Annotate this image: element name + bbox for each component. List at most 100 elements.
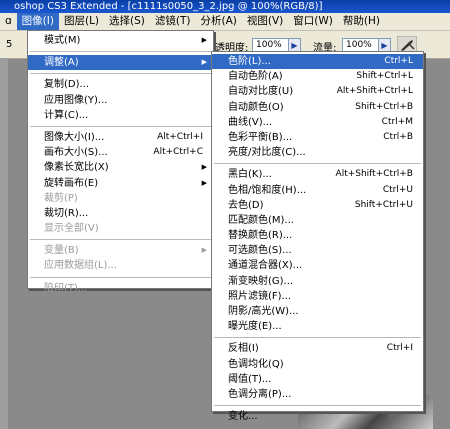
- image-menu: 模式(M) ▶ 调整(A) ▶ 复制(D)... 应用图像(Y)... 计算(C).…: [27, 30, 214, 294]
- adjust-menu-item[interactable]: 色相/饱和度(H)... Ctrl+U: [212, 183, 423, 198]
- adjust-menu-item[interactable]: 去色(D) Shift+Ctrl+U: [212, 198, 423, 213]
- menu-item-label: 陷印(T)...: [44, 282, 88, 294]
- adjust-menu-item[interactable]: 可选颜色(S)...: [212, 243, 423, 258]
- adjust-menu-item[interactable]: 色阶(L)... Ctrl+L: [212, 54, 423, 70]
- menu-item-label: 色相/饱和度(H)...: [228, 184, 307, 196]
- adjust-menu-item[interactable]: 黑白(K)... Alt+Shift+Ctrl+B: [212, 167, 423, 182]
- menu-item-shortcut: Alt+Ctrl+C: [153, 147, 203, 158]
- menu-item-label: 自动颜色(O): [228, 101, 284, 113]
- menu-item-apply-data-set[interactable]: 应用数据组(L)...: [28, 258, 213, 273]
- adjust-menu-item[interactable]: 渐变映射(G)...: [212, 274, 423, 289]
- menu-item-label: 应用数据组(L)...: [44, 260, 117, 272]
- menu-item-label: 匹配颜色(M)...: [228, 214, 294, 226]
- menu-item-rotate-canvas[interactable]: 旋转画布(E) ▶: [28, 176, 213, 191]
- adjust-menu-item[interactable]: 阈值(T)...: [212, 372, 423, 387]
- menu-view[interactable]: 视图(V): [242, 13, 288, 30]
- menu-item-trim[interactable]: 裁切(R)...: [28, 206, 213, 221]
- adjust-menu-item[interactable]: 色彩平衡(B)... Ctrl+B: [212, 130, 423, 145]
- menu-item-shortcut: Ctrl+L: [384, 56, 413, 66]
- window-title: oshop CS3 Extended - [c1111s0050_3_2.jpg…: [14, 1, 323, 12]
- menu-item-label: 替换颜色(R)...: [228, 230, 293, 242]
- menu-select[interactable]: 选择(S): [104, 13, 150, 30]
- adjust-menu-item[interactable]: 变化...: [212, 409, 423, 424]
- menu-item-trap[interactable]: 陷印(T)...: [28, 281, 213, 296]
- menu-item-shortcut: Ctrl+I: [386, 343, 413, 354]
- adjust-menu-item[interactable]: 匹配颜色(M)...: [212, 213, 423, 228]
- menu-item-pixel-aspect[interactable]: 像素长宽比(X) ▶: [28, 160, 213, 175]
- menu-item-label: 可选颜色(S)...: [228, 245, 292, 257]
- menu-filter[interactable]: 滤镜(T): [150, 13, 196, 30]
- adjust-menu-item[interactable]: 自动对比度(U) Alt+Shift+Ctrl+L: [212, 84, 423, 99]
- menu-separator: [30, 276, 211, 278]
- adjust-menu-item[interactable]: 反相(I) Ctrl+I: [212, 341, 423, 356]
- menu-item-label: 裁切(R)...: [44, 207, 89, 219]
- adjust-menu-item[interactable]: 自动颜色(O) Shift+Ctrl+B: [212, 100, 423, 115]
- menu-item-shortcut: Shift+Ctrl+B: [355, 101, 413, 112]
- menu-item-crop[interactable]: 裁剪(P): [28, 191, 213, 206]
- adjustments-submenu: 色阶(L)... Ctrl+L 自动色阶(A) Shift+Ctrl+L 自动对比度(U…: [211, 51, 424, 422]
- submenu-arrow-icon: ▶: [201, 36, 207, 44]
- menu-image[interactable]: 图像(I): [16, 13, 59, 30]
- menu-item-label: 反相(I): [228, 343, 259, 355]
- menu-item-image-size[interactable]: 图像大小(I)... Alt+Ctrl+I: [28, 130, 213, 145]
- menu-item-label: 变量(B): [44, 245, 79, 257]
- menu-item-label: 亮度/对比度(C)...: [228, 147, 306, 159]
- menu-item-mode[interactable]: 模式(M) ▶: [28, 33, 213, 48]
- menu-item-shortcut: Ctrl+U: [382, 184, 413, 195]
- menu-item-shortcut: Ctrl+B: [383, 131, 413, 142]
- adjust-menu-item[interactable]: 色调分离(P)...: [212, 387, 423, 402]
- menu-item-shortcut: Ctrl+M: [381, 116, 413, 127]
- adjust-menu-item[interactable]: 阴影/高光(W)...: [212, 304, 423, 319]
- menu-item-label: 色彩平衡(B)...: [228, 131, 293, 143]
- menu-item-shortcut: Alt+Ctrl+I: [157, 131, 203, 142]
- brush-size-value: 5: [6, 39, 13, 50]
- menu-item-label: 曝光度(E)...: [228, 321, 282, 333]
- menu-separator: [30, 51, 211, 53]
- adjust-menu-item[interactable]: 替换颜色(R)...: [212, 228, 423, 243]
- menu-item-shortcut: Shift+Ctrl+U: [354, 199, 413, 210]
- menu-file[interactable]: ɑ: [0, 13, 17, 30]
- menu-item-label: 色调分离(P)...: [228, 388, 292, 400]
- submenu-arrow-icon: ▶: [201, 178, 207, 187]
- menu-bar: ɑ 图像(I) 图层(L) 选择(S) 滤镜(T) 分析(A) 视图(V) 窗口…: [0, 13, 450, 31]
- menu-item-shortcut: Alt+Shift+Ctrl+L: [336, 86, 413, 97]
- menu-item-apply-image[interactable]: 应用图像(Y)...: [28, 93, 213, 108]
- menu-item-label: 像素长宽比(X): [44, 162, 109, 174]
- menu-item-label: 复制(D)...: [44, 79, 90, 91]
- adjust-menu-item[interactable]: 曝光度(E)...: [212, 319, 423, 334]
- adjust-menu-item[interactable]: 通道混合器(X)...: [212, 258, 423, 273]
- menu-item-canvas-size[interactable]: 画布大小(S)... Alt+Ctrl+C: [28, 145, 213, 160]
- tools-panel-edge: [0, 58, 8, 429]
- adjust-menu-item[interactable]: 曲线(V)... Ctrl+M: [212, 115, 423, 130]
- menu-item-shortcut: Alt+Shift+Ctrl+B: [335, 169, 413, 180]
- menu-separator: [30, 125, 211, 127]
- menu-item-label: 显示全部(V): [44, 223, 99, 235]
- menu-item-label: 图像大小(I)...: [44, 131, 105, 143]
- menu-analysis[interactable]: 分析(A): [195, 13, 241, 30]
- menu-item-label: 照片滤镜(F)...: [228, 290, 292, 302]
- menu-layer[interactable]: 图层(L): [59, 13, 104, 30]
- adjust-menu-item[interactable]: 自动色阶(A) Shift+Ctrl+L: [212, 69, 423, 84]
- menu-item-duplicate[interactable]: 复制(D)...: [28, 77, 213, 92]
- menu-item-variables[interactable]: 变量(B) ▶: [28, 243, 213, 258]
- menu-item-label: 画布大小(S)...: [44, 147, 108, 159]
- adjust-menu-item[interactable]: 色调均化(Q): [212, 357, 423, 372]
- menu-item-label: 调整(A): [44, 57, 79, 69]
- menu-help[interactable]: 帮助(H): [338, 13, 385, 30]
- adjust-menu-item[interactable]: 亮度/对比度(C)...: [212, 145, 423, 160]
- menu-separator: [214, 405, 421, 407]
- menu-item-adjust[interactable]: 调整(A) ▶: [28, 55, 213, 71]
- menu-item-label: 色阶(L)...: [228, 56, 271, 67]
- menu-separator: [214, 163, 421, 165]
- menu-item-label: 阈值(T)...: [228, 373, 272, 385]
- menu-window[interactable]: 窗口(W): [288, 13, 338, 30]
- menu-separator: [214, 337, 421, 339]
- adjust-menu-item[interactable]: 照片滤镜(F)...: [212, 289, 423, 304]
- submenu-arrow-icon: ▶: [201, 246, 207, 255]
- menu-item-reveal-all[interactable]: 显示全部(V): [28, 221, 213, 236]
- menu-separator: [30, 239, 211, 241]
- menu-item-label: 旋转画布(E): [44, 177, 99, 189]
- menu-item-label: 通道混合器(X)...: [228, 260, 303, 272]
- menu-item-label: 色调均化(Q): [228, 358, 284, 370]
- menu-item-calculations[interactable]: 计算(C)...: [28, 108, 213, 123]
